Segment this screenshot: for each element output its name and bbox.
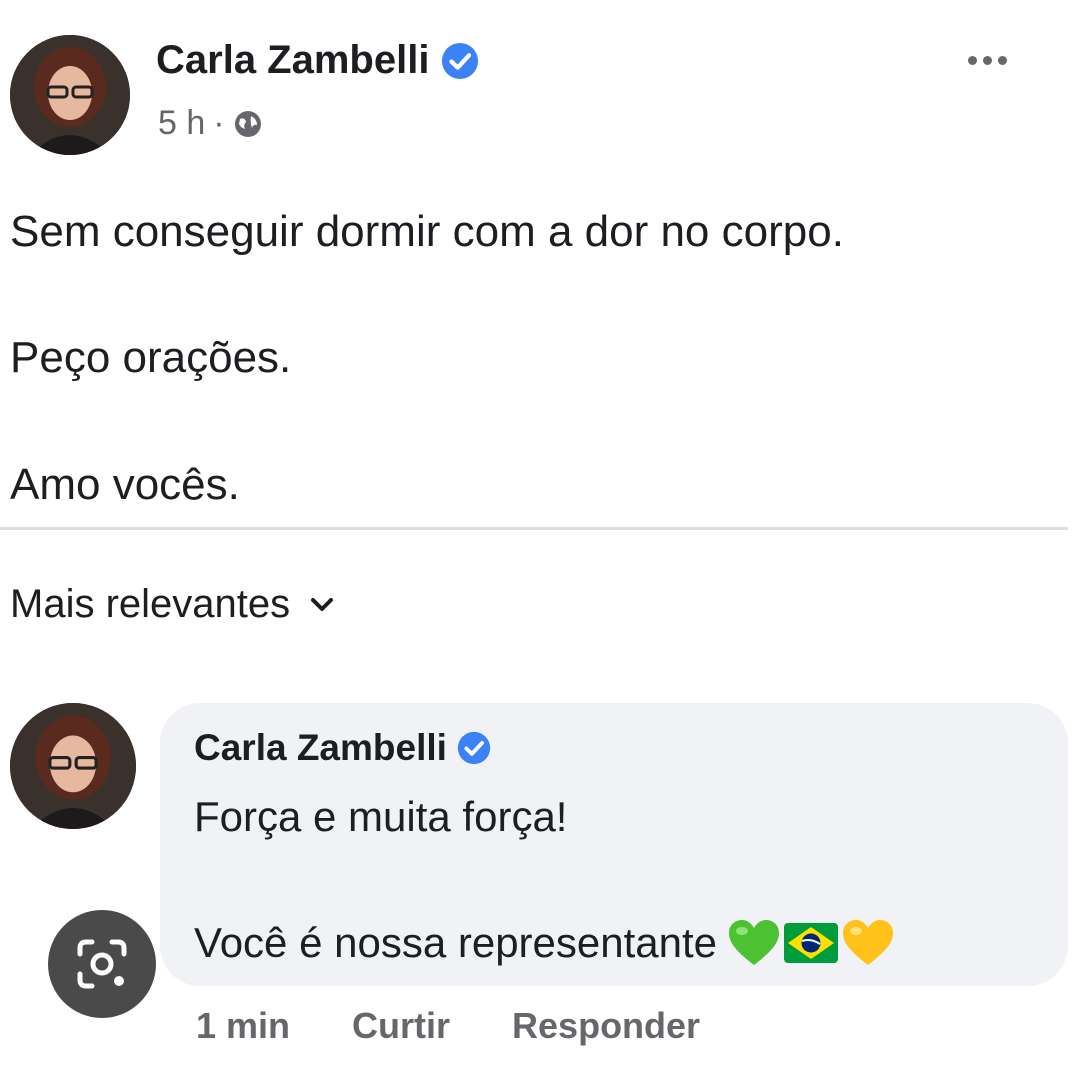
yellow-heart-emoji [843,920,894,965]
brazil-flag-emoji [784,923,839,963]
comment-time[interactable]: 1 min [196,1005,290,1047]
more-options-button[interactable] [955,40,1019,80]
reply-button[interactable]: Responder [512,1005,700,1047]
emoji-group [727,918,895,968]
lens-camera-icon [77,939,127,989]
comment-text-line: Você é nossa representante [194,918,895,968]
post-text-line: Amo vocês. [10,460,240,509]
comment-avatar[interactable] [10,703,136,829]
post-author[interactable]: Carla Zambelli [156,38,479,83]
comment-text: Força e muita força! [194,793,568,840]
author-name[interactable]: Carla Zambelli [156,38,429,83]
meta-separator: · [213,104,225,142]
globe-icon [234,110,261,137]
comment-text: Você é nossa representante [194,919,718,966]
verified-badge-icon [457,731,491,765]
like-button[interactable]: Curtir [352,1005,450,1047]
lens-search-button[interactable] [48,910,156,1018]
post-text-line: Sem conseguir dormir com a dor no corpo. [10,207,844,256]
chevron-down-icon [311,597,334,611]
post-meta: 5 h · [158,104,263,143]
comment-actions: 1 min Curtir Responder [196,1005,700,1047]
comments-sort-dropdown[interactable]: Mais relevantes [10,582,336,627]
post-text-line: Peço orações. [10,333,292,382]
comment-author[interactable]: Carla Zambelli [194,727,491,769]
avatar-photo [10,35,130,155]
divider [0,527,1068,530]
comment-author-name[interactable]: Carla Zambelli [194,727,447,769]
ellipsis-icon [982,55,992,65]
verified-badge-icon [442,42,479,79]
avatar[interactable] [10,35,130,155]
comment-text-line: Força e muita força! [194,793,567,841]
post-time[interactable]: 5 h [158,104,205,143]
avatar-photo [10,703,136,829]
ellipsis-icon [997,55,1007,65]
facebook-post-screen: Carla Zambelli 5 h · Sem conseguir dormi… [0,0,1080,1068]
ellipsis-icon [967,55,977,65]
sort-label: Mais relevantes [10,582,291,626]
green-heart-emoji [729,920,780,965]
